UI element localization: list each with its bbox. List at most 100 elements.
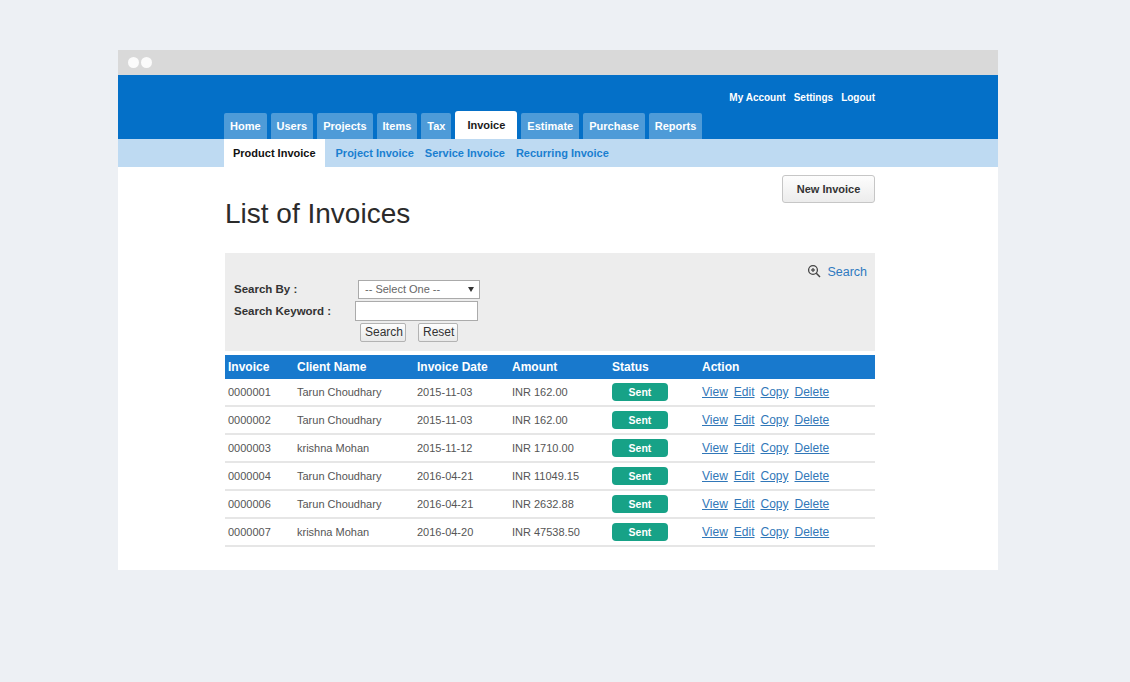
view-link[interactable]: View	[702, 525, 728, 539]
delete-link[interactable]: Delete	[795, 385, 830, 399]
page-content: List of Invoices New Invoice Search Sear…	[118, 167, 998, 570]
subnav-project-invoice[interactable]: Project Invoice	[336, 139, 414, 167]
status-cell: Sent	[612, 519, 702, 545]
status-badge[interactable]: Sent	[612, 523, 668, 541]
tab-invoice[interactable]: Invoice	[455, 111, 517, 139]
account-link-settings[interactable]: Settings	[794, 92, 833, 103]
new-invoice-button[interactable]: New Invoice	[782, 175, 875, 203]
search-keyword-input[interactable]	[355, 301, 478, 321]
account-link-logout[interactable]: Logout	[841, 92, 875, 103]
tab-reports[interactable]: Reports	[649, 113, 703, 139]
view-link[interactable]: View	[702, 385, 728, 399]
search-by-select[interactable]: -- Select One --	[358, 280, 480, 299]
browser-window: My AccountSettingsLogout HomeUsersProjec…	[118, 50, 998, 570]
client-name: Tarun Choudhary	[297, 463, 417, 489]
view-link[interactable]: View	[702, 441, 728, 455]
sub-nav: Product Invoice Project Invoice Service In…	[118, 139, 998, 167]
column-header-amount: Amount	[512, 355, 612, 379]
copy-link[interactable]: Copy	[760, 469, 788, 483]
tab-purchase[interactable]: Purchase	[583, 113, 645, 139]
status-badge[interactable]: Sent	[612, 439, 668, 457]
status-badge[interactable]: Sent	[612, 411, 668, 429]
invoice-number: 0000006	[225, 491, 297, 517]
table-header-row: InvoiceClient NameInvoice DateAmountStat…	[225, 355, 875, 379]
search-by-label: Search By :	[234, 283, 297, 295]
table-body: 0000001Tarun Choudhary2015-11-03INR 162.…	[225, 379, 875, 547]
actions-cell: View Edit Copy Delete	[702, 463, 875, 489]
invoice-row: 0000003krishna Mohan2015-11-12INR 1710.0…	[225, 435, 875, 463]
client-name: Tarun Choudhary	[297, 379, 417, 405]
tab-items[interactable]: Items	[377, 113, 418, 139]
actions-cell: View Edit Copy Delete	[702, 491, 875, 517]
invoice-date: 2016-04-21	[417, 463, 512, 489]
amount: INR 11049.15	[512, 463, 612, 489]
invoice-number: 0000007	[225, 519, 297, 545]
delete-link[interactable]: Delete	[795, 413, 830, 427]
invoice-row: 0000002Tarun Choudhary2015-11-03INR 162.…	[225, 407, 875, 435]
copy-link[interactable]: Copy	[760, 385, 788, 399]
search-panel: Search Search By : -- Select One -- Sear…	[225, 253, 875, 351]
status-cell: Sent	[612, 379, 702, 405]
window-control-dot[interactable]	[141, 57, 152, 68]
actions-cell: View Edit Copy Delete	[702, 407, 875, 433]
view-link[interactable]: View	[702, 469, 728, 483]
search-toggle-link[interactable]: Search	[807, 264, 867, 279]
amount: INR 1710.00	[512, 435, 612, 461]
amount: INR 162.00	[512, 379, 612, 405]
edit-link[interactable]: Edit	[734, 469, 755, 483]
delete-link[interactable]: Delete	[795, 525, 830, 539]
search-button[interactable]: Search	[360, 323, 406, 342]
delete-link[interactable]: Delete	[795, 497, 830, 511]
window-control-dot[interactable]	[128, 57, 139, 68]
view-link[interactable]: View	[702, 497, 728, 511]
invoice-row: 0000004Tarun Choudhary2016-04-21INR 1104…	[225, 463, 875, 491]
status-badge[interactable]: Sent	[612, 495, 668, 513]
copy-link[interactable]: Copy	[760, 413, 788, 427]
copy-link[interactable]: Copy	[760, 525, 788, 539]
search-keyword-label: Search Keyword :	[234, 305, 331, 317]
status-badge[interactable]: Sent	[612, 467, 668, 485]
zoom-in-magnifier-icon	[807, 264, 822, 279]
edit-link[interactable]: Edit	[734, 385, 755, 399]
invoice-row: 0000006Tarun Choudhary2016-04-21INR 2632…	[225, 491, 875, 519]
invoice-date: 2015-11-03	[417, 379, 512, 405]
client-name: krishna Mohan	[297, 435, 417, 461]
edit-link[interactable]: Edit	[734, 413, 755, 427]
actions-cell: View Edit Copy Delete	[702, 379, 875, 405]
tab-home[interactable]: Home	[224, 113, 267, 139]
view-link[interactable]: View	[702, 413, 728, 427]
subnav-link[interactable]: Project Invoice	[336, 147, 414, 159]
invoice-table: InvoiceClient NameInvoice DateAmountStat…	[225, 355, 875, 547]
tab-projects[interactable]: Projects	[317, 113, 372, 139]
edit-link[interactable]: Edit	[734, 525, 755, 539]
subnav-link[interactable]: Recurring Invoice	[516, 147, 609, 159]
client-name: Tarun Choudhary	[297, 407, 417, 433]
account-menu: My Account Settings Logout	[721, 87, 875, 105]
subnav-recurring-invoice[interactable]: Recurring Invoice	[516, 139, 609, 167]
tab-tax[interactable]: Tax	[421, 113, 451, 139]
delete-link[interactable]: Delete	[795, 441, 830, 455]
reset-button[interactable]: Reset	[418, 323, 458, 342]
invoice-number: 0000001	[225, 379, 297, 405]
status-badge[interactable]: Sent	[612, 383, 668, 401]
invoice-date: 2015-11-03	[417, 407, 512, 433]
edit-link[interactable]: Edit	[734, 497, 755, 511]
account-link-my-account[interactable]: My Account	[729, 92, 785, 103]
main-nav: HomeUsersProjectsItemsTaxInvoiceEstimate…	[224, 111, 706, 139]
invoice-number: 0000002	[225, 407, 297, 433]
subnav-product-invoice[interactable]: Product Invoice	[224, 139, 325, 167]
subnav-service-invoice[interactable]: Service Invoice	[425, 139, 505, 167]
edit-link[interactable]: Edit	[734, 441, 755, 455]
column-header-invoice: Invoice	[225, 355, 297, 379]
tab-estimate[interactable]: Estimate	[521, 113, 579, 139]
subnav-link[interactable]: Service Invoice	[425, 147, 505, 159]
invoice-date: 2016-04-21	[417, 491, 512, 517]
copy-link[interactable]: Copy	[760, 497, 788, 511]
column-header-action: Action	[702, 355, 875, 379]
client-name: krishna Mohan	[297, 519, 417, 545]
chevron-down-icon	[468, 287, 474, 292]
tab-users[interactable]: Users	[271, 113, 314, 139]
copy-link[interactable]: Copy	[760, 441, 788, 455]
delete-link[interactable]: Delete	[795, 469, 830, 483]
actions-cell: View Edit Copy Delete	[702, 519, 875, 545]
